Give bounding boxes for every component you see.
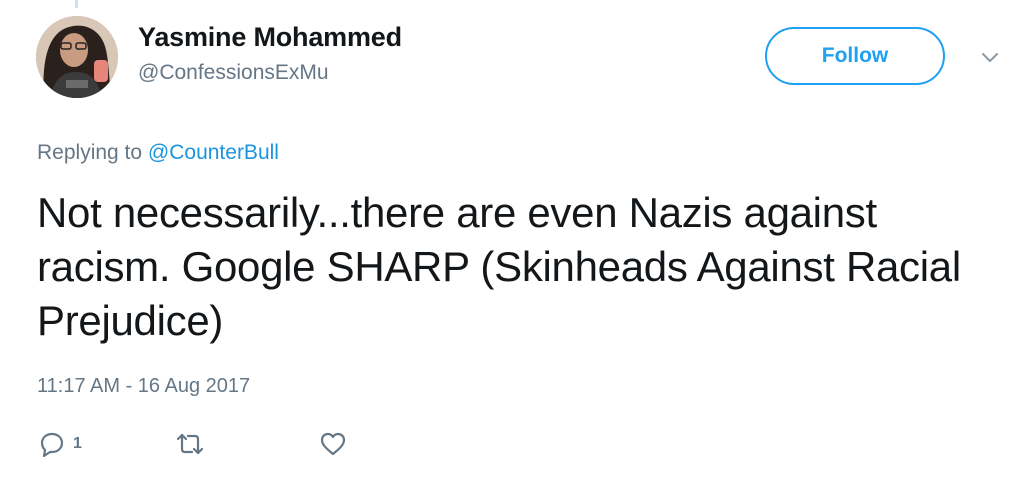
reply-context-prefix: Replying to [37,141,143,164]
retweet-icon [176,433,204,455]
tweet-actions: 1 [37,422,437,466]
reply-context: Replying to @CounterBull [37,139,279,167]
thread-line [75,0,78,8]
heart-icon [320,432,346,456]
more-menu-button[interactable] [976,46,1004,70]
reply-icon [40,432,64,457]
follow-button[interactable]: Follow [765,27,945,85]
handle[interactable]: @ConfessionsExMu [138,58,402,88]
tweet-timestamp[interactable]: 11:17 AM - 16 Aug 2017 [37,372,250,400]
like-button[interactable] [319,422,347,466]
avatar[interactable] [36,16,118,98]
author-block[interactable]: Yasmine Mohammed @ConfessionsExMu [138,20,402,88]
reply-count: 1 [73,435,82,452]
chevron-down-icon [982,53,998,62]
tweet-text: Not necessarily...there are even Nazis a… [37,189,961,344]
reply-button[interactable]: 1 [39,422,82,466]
display-name[interactable]: Yasmine Mohammed [138,20,402,54]
avatar-image [36,16,118,98]
reply-mention-link[interactable]: @CounterBull [148,141,279,164]
retweet-button[interactable] [175,422,205,466]
